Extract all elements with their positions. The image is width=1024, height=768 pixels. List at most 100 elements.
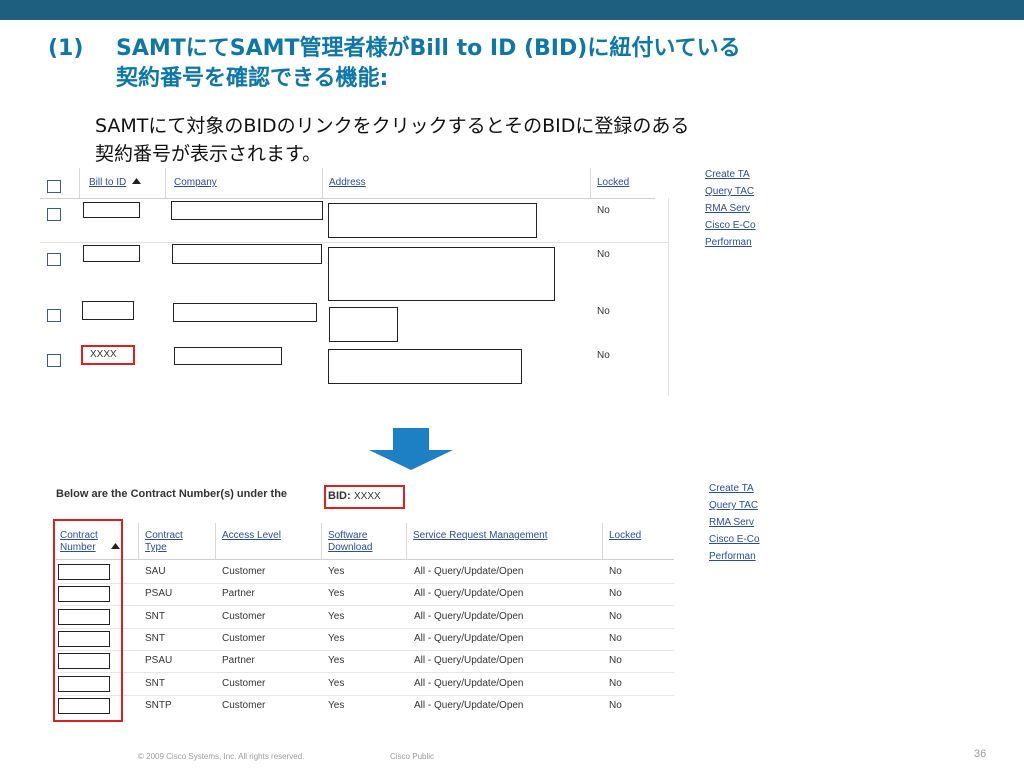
table-row: SNTP Customer Yes All - Query/Update/Ope… (56, 695, 674, 717)
column-header-software-download[interactable]: Software Download (328, 530, 390, 554)
cell-software-download: Yes (328, 611, 345, 622)
highlighted-bid-link[interactable]: XXXX (81, 345, 135, 365)
redacted-address (328, 203, 537, 238)
cell-service-request: All - Query/Update/Open (414, 678, 524, 689)
cell-locked: No (609, 588, 622, 599)
redacted-bid (83, 245, 140, 262)
contract-list-intro: Below are the Contract Number(s) under t… (56, 488, 288, 500)
redacted-address (328, 349, 522, 384)
title-line-2: 契約番号を確認できる機能: (116, 66, 389, 91)
cell-service-request: All - Query/Update/Open (414, 633, 524, 644)
redacted-company (172, 244, 322, 264)
redacted-company (173, 303, 317, 322)
cell-contract-type: PSAU (145, 655, 173, 666)
row-checkbox[interactable] (47, 309, 61, 322)
column-header-company[interactable]: Company (174, 177, 217, 188)
right-link-list-top: Create TA Query TAC RMA Serv Cisco E-Co … (705, 166, 757, 251)
redacted-address (328, 247, 555, 301)
cell-locked: No (609, 678, 622, 689)
cell-access-level: Customer (222, 611, 266, 622)
bid-label: BID: (328, 490, 351, 502)
link-rma-service[interactable]: RMA Serv (705, 200, 757, 217)
link-create-tac[interactable]: Create TA (709, 480, 764, 497)
cell-contract-type: PSAU (145, 588, 173, 599)
table-header: Contract Number Contract Type Access Lev… (56, 523, 674, 560)
cell-access-level: Partner (222, 588, 255, 599)
page-number: 36 (974, 748, 987, 760)
redacted-address (329, 307, 398, 342)
triangle-up-icon (132, 178, 142, 184)
cell-locked: No (609, 633, 622, 644)
link-cisco-ecommerce[interactable]: Cisco E-Co (709, 531, 764, 548)
row-checkbox[interactable] (47, 253, 61, 266)
cell-contract-type: SNTP (145, 700, 172, 711)
locked-value: No (597, 306, 610, 317)
slide-subtitle: SAMTにて対象のBIDのリンクをクリックするとそのBIDに登録のある 契約番号… (95, 112, 689, 168)
subtitle-line-1: SAMTにて対象のBIDのリンクをクリックするとそのBIDに登録のある (95, 115, 690, 137)
cell-software-download: Yes (328, 566, 345, 577)
link-rma-service[interactable]: RMA Serv (709, 514, 764, 531)
cell-locked: No (609, 655, 622, 666)
top-bar (0, 0, 1024, 20)
cell-access-level: Customer (222, 678, 266, 689)
column-header-contract-type[interactable]: Contract Type (145, 530, 195, 554)
table-row: SNT Customer Yes All - Query/Update/Open… (56, 628, 674, 651)
title-line-1: SAMTにてSAMT管理者様がBill to ID (BID)に紐付いている (116, 36, 741, 61)
table-row: SAU Customer Yes All - Query/Update/Open… (56, 561, 674, 584)
table-row: PSAU Partner Yes All - Query/Update/Open… (56, 650, 674, 673)
table-row: SNT Customer Yes All - Query/Update/Open… (56, 606, 674, 629)
cell-service-request: All - Query/Update/Open (414, 588, 524, 599)
cell-software-download: Yes (328, 678, 345, 689)
cell-service-request: All - Query/Update/Open (414, 611, 524, 622)
column-header-locked[interactable]: Locked (609, 530, 641, 542)
column-header-bill-to-id[interactable]: Bill to ID (89, 177, 142, 188)
redacted-company (171, 201, 323, 220)
select-all-checkbox[interactable] (47, 180, 61, 193)
bid-value: XXXX (354, 491, 381, 502)
locked-value: No (597, 205, 610, 216)
row-checkbox[interactable] (47, 354, 61, 367)
link-performance[interactable]: Performan (705, 234, 757, 251)
column-header-access-level[interactable]: Access Level (222, 530, 281, 542)
locked-value: No (597, 249, 610, 260)
column-header-address[interactable]: Address (329, 177, 366, 188)
row-checkbox[interactable] (47, 208, 61, 221)
redacted-company (174, 347, 282, 365)
cell-software-download: Yes (328, 633, 345, 644)
cell-locked: No (609, 700, 622, 711)
cell-software-download: Yes (328, 700, 345, 711)
table-header: Bill to ID Company Address Locked (40, 168, 655, 199)
cell-access-level: Customer (222, 633, 266, 644)
cell-contract-type: SNT (145, 678, 165, 689)
column-header-service-request-management[interactable]: Service Request Management (413, 530, 548, 542)
subtitle-line-2: 契約番号が表示されます。 (95, 143, 322, 165)
right-link-list-bottom: Create TA Query TAC RMA Serv Cisco E-Co … (709, 480, 764, 565)
locked-value: No (597, 350, 610, 361)
redacted-bid (83, 202, 140, 218)
bill-to-id-table: Bill to ID Company Address Locked No No … (40, 168, 670, 398)
column-header-locked[interactable]: Locked (597, 177, 629, 188)
highlighted-bid: BID: XXXX (324, 485, 405, 509)
cell-access-level: Partner (222, 655, 255, 666)
cell-contract-type: SAU (145, 566, 166, 577)
cell-contract-type: SNT (145, 633, 165, 644)
link-query-tac[interactable]: Query TAC (705, 183, 757, 200)
contract-number-highlight (53, 519, 123, 722)
cell-software-download: Yes (328, 655, 345, 666)
footer-classification: Cisco Public (390, 752, 435, 761)
cell-locked: No (609, 566, 622, 577)
cell-service-request: All - Query/Update/Open (414, 566, 524, 577)
cell-access-level: Customer (222, 700, 266, 711)
table-row: SNT Customer Yes All - Query/Update/Open… (56, 673, 674, 696)
cell-service-request: All - Query/Update/Open (414, 700, 524, 711)
link-performance[interactable]: Performan (709, 548, 764, 565)
cell-software-download: Yes (328, 588, 345, 599)
redacted-bid (82, 301, 134, 320)
link-query-tac[interactable]: Query TAC (709, 497, 764, 514)
link-create-tac[interactable]: Create TA (705, 166, 757, 183)
cell-contract-type: SNT (145, 611, 165, 622)
cell-access-level: Customer (222, 566, 266, 577)
link-cisco-ecommerce[interactable]: Cisco E-Co (705, 217, 757, 234)
footer-copyright: © 2009 Cisco Systems, Inc. All rights re… (138, 752, 305, 761)
cell-locked: No (609, 611, 622, 622)
